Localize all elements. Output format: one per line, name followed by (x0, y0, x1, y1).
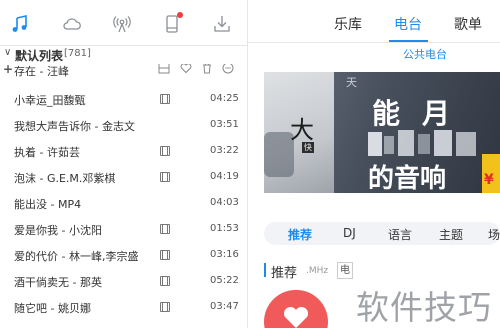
list-item[interactable]: 爱的代价 - 林一峰,李宗盛 03:16 (0, 242, 247, 268)
song-title: 能出没 - MP4 (14, 198, 82, 211)
chevron-down-icon[interactable]: ∨ (4, 47, 11, 58)
watermark: 软件技巧 (356, 288, 492, 327)
song-list: + 存在 - 汪峰 小幸运_田馥甄 04:25 我想大声告诉你 - 金志文 03… (0, 64, 247, 328)
list-item[interactable]: 泡沫 - G.E.M.邓紫棋 04:19 (0, 164, 247, 190)
song-title: 随它吧 - 姚贝娜 (14, 302, 91, 315)
banner-mosaic (384, 136, 394, 154)
banner-mosaic (398, 130, 414, 156)
playlist-panel: ∨ 默认列表 [781] + 存在 - 汪峰 小幸运_田馥甄 04:25 我想大… (0, 0, 247, 328)
banner-mosaic (456, 132, 476, 156)
song-duration: 03:47 (210, 301, 239, 312)
song-title: 小幸运_田馥甄 (14, 94, 86, 107)
panel-divider (247, 0, 248, 328)
song-title: 爱是你我 - 小沈阳 (14, 224, 102, 237)
mv-icon[interactable] (160, 94, 170, 104)
banner-subline: 的音响 (368, 164, 447, 193)
mv-icon[interactable] (160, 146, 170, 156)
tab-playlists[interactable]: 歌单 (454, 14, 482, 34)
playlist-count: [781] (64, 48, 91, 59)
mv-icon[interactable] (160, 302, 170, 312)
radio-icon[interactable] (112, 14, 132, 34)
list-item[interactable]: 小幸运_田馥甄 04:25 (0, 86, 247, 112)
song-duration: 03:51 (210, 119, 239, 130)
banner-price-symbol: ¥ (484, 172, 494, 188)
mv-icon[interactable] (160, 224, 170, 234)
mv-list-icon[interactable] (158, 64, 170, 74)
song-title: 泡沫 - G.E.M.邓紫棋 (14, 172, 116, 185)
cloud-icon[interactable] (62, 14, 82, 34)
list-item[interactable]: 酒干倘卖无 - 那英 05:22 (0, 268, 247, 294)
category-recommend[interactable]: 推荐 (288, 226, 312, 243)
list-item[interactable]: 爱是你我 - 小沈阳 01:53 (0, 216, 247, 242)
notification-dot (177, 12, 183, 18)
category-language[interactable]: 语言 (388, 226, 412, 243)
banner-mosaic (434, 130, 452, 156)
heart-icon[interactable] (180, 64, 192, 74)
song-title: 存在 - 汪峰 (14, 65, 69, 78)
mv-icon[interactable] (160, 172, 170, 182)
playlist-name: 默认列表 (15, 49, 64, 63)
playlist-header[interactable]: ∨ 默认列表 [781] (0, 46, 247, 64)
banner-logo-small: 快 (302, 142, 314, 153)
tab-library[interactable]: 乐库 (334, 14, 362, 34)
song-duration: 03:22 (210, 145, 239, 156)
section-title: 推荐 (271, 266, 298, 281)
song-duration: 03:16 (210, 249, 239, 260)
category-theme[interactable]: 主题 (439, 226, 463, 243)
song-duration: 04:03 (210, 197, 239, 208)
add-icon[interactable]: + (3, 64, 13, 76)
category-dj[interactable]: DJ (343, 226, 356, 240)
song-duration: 04:19 (210, 171, 239, 182)
section-marker (264, 263, 266, 277)
banner-image[interactable]: 大 快 天 能月 的音响 ¥ (264, 72, 500, 193)
banner-headline: 能月 (372, 97, 473, 130)
banner-logo-mark: 大 (290, 116, 314, 144)
more-icon[interactable] (222, 64, 234, 74)
song-duration: 04:25 (210, 93, 239, 104)
banner-mosaic (368, 132, 382, 156)
section-unit: .MHz (306, 266, 329, 276)
song-title: 酒干倘卖无 - 那英 (14, 276, 102, 289)
list-item[interactable]: 能出没 - MP4 04:03 (0, 190, 247, 216)
tab-radio[interactable]: 电台 (394, 14, 422, 34)
banner-top-text: 天 (346, 76, 357, 89)
list-item[interactable]: 我想大声告诉你 - 金志文 03:51 (0, 112, 247, 138)
category-scene[interactable]: 场 (488, 226, 500, 243)
song-title: 爱的代价 - 林一峰,李宗盛 (14, 250, 139, 263)
song-duration: 05:22 (210, 275, 239, 286)
mv-icon[interactable] (160, 276, 170, 286)
download-icon[interactable] (212, 14, 232, 34)
song-title: 我想大声告诉你 - 金志文 (14, 120, 135, 133)
list-item[interactable]: 随它吧 - 姚贝娜 03:47 (0, 294, 247, 320)
section-filter-box[interactable]: 电 (337, 262, 353, 279)
banner-mosaic (418, 134, 430, 154)
song-duration: 01:53 (210, 223, 239, 234)
tab-divider (248, 42, 500, 43)
subtab-public-radio[interactable]: 公共电台 (403, 46, 447, 62)
music-note-icon[interactable] (10, 14, 30, 34)
mv-icon[interactable] (160, 250, 170, 260)
list-item-current[interactable]: + 存在 - 汪峰 (0, 64, 247, 80)
song-title: 执着 - 许茹芸 (14, 146, 80, 159)
favorite-radio-button[interactable] (262, 288, 330, 328)
list-item[interactable]: 执着 - 许茹芸 03:22 (0, 138, 247, 164)
trash-icon[interactable] (201, 64, 213, 74)
